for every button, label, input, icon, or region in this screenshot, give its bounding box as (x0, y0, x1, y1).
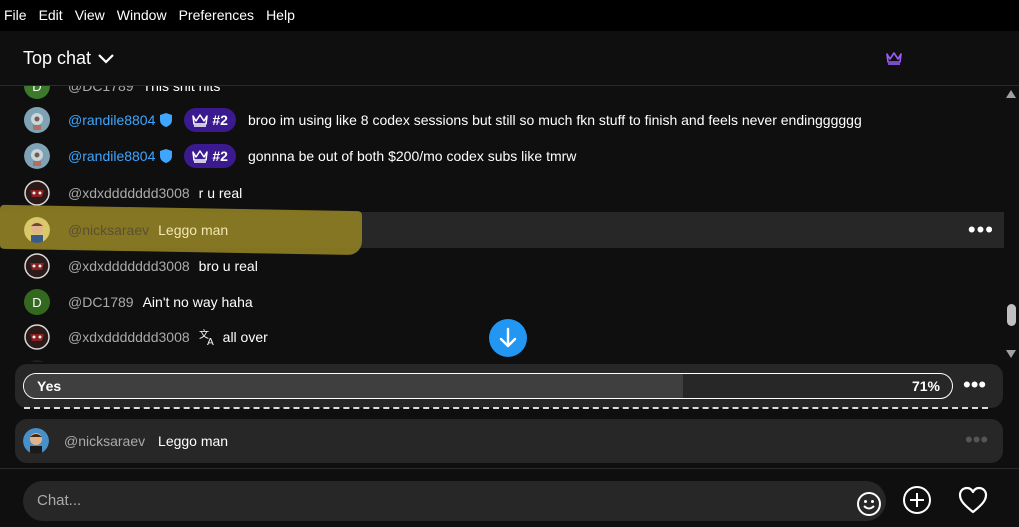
scroll-to-bottom-button[interactable] (489, 319, 527, 357)
chat-message[interactable]: @randile8804 #2 broo im using like 8 cod… (0, 102, 1004, 138)
message-author[interactable]: @DC1789 (68, 294, 134, 310)
heart-icon (958, 486, 988, 514)
message-author[interactable]: @xdxddddddd3008 (68, 329, 190, 345)
menu-help[interactable]: Help (260, 0, 301, 31)
avatar (24, 253, 50, 279)
avatar-initial: D (32, 294, 42, 310)
translate-icon[interactable]: 文A (199, 328, 219, 346)
chat-message[interactable]: D @DC1789 Ain't no way haha (0, 284, 1004, 320)
poll-option-yes[interactable]: Yes 71% (23, 373, 953, 399)
avatar (24, 360, 50, 362)
poll-card: Yes 71% ••• (15, 364, 1003, 408)
scroll-down-arrow[interactable] (1006, 350, 1016, 358)
pinned-text: Leggo man (158, 433, 229, 449)
chat-mode-dropdown[interactable]: Top chat (23, 48, 115, 69)
menu-preferences[interactable]: Preferences (173, 0, 260, 31)
svg-text:A: A (207, 337, 214, 346)
rank-label: #2 (212, 148, 228, 164)
scrollbar[interactable] (1004, 86, 1019, 362)
poll-percent: 71% (911, 378, 940, 394)
message-text: all over (222, 329, 268, 345)
avatar (23, 428, 49, 454)
menu-window[interactable]: Window (111, 0, 173, 31)
chevron-down-icon (98, 53, 114, 64)
avatar (24, 180, 50, 206)
menu-edit[interactable]: Edit (33, 0, 69, 31)
message-text: Ain't no way haha (142, 294, 253, 310)
message-text: bro u real (198, 258, 258, 274)
chat-message[interactable]: @randile8804 #2 gonnna be out of both $2… (0, 138, 1004, 174)
avatar: D (24, 86, 50, 99)
arrow-down-icon (499, 327, 517, 348)
rank-badge: #2 (184, 108, 236, 132)
message-author[interactable]: @DC1789 (68, 86, 134, 94)
emoji-button[interactable] (852, 487, 886, 521)
scroll-up-arrow[interactable] (1006, 90, 1016, 98)
crown-icon (192, 114, 209, 127)
rank-label: #2 (212, 112, 228, 128)
menu-file[interactable]: File (0, 0, 33, 31)
message-author[interactable]: @nicksaraev (68, 222, 149, 238)
chat-mode-label: Top chat (23, 48, 92, 68)
chat-message[interactable]: @nicksaraev Leggo man (0, 212, 1004, 248)
scroll-thumb[interactable] (1007, 304, 1016, 326)
message-text: broo im using like 8 codex sessions but … (247, 112, 862, 128)
message-text: gonnna be out of both $200/mo codex subs… (247, 148, 577, 164)
pinned-more-button[interactable]: ••• (965, 427, 988, 453)
avatar (24, 217, 50, 243)
message-author[interactable]: @xdxddddddd3008 (68, 185, 190, 201)
rank-badge: #2 (184, 144, 236, 168)
chat-input-bar: Chat... (0, 468, 1019, 527)
poll-progress-fill (24, 374, 683, 398)
divider (24, 407, 988, 409)
pinned-author[interactable]: @nicksaraev (64, 433, 145, 449)
crown-icon (192, 150, 209, 163)
message-author[interactable]: @xdxddddddd3008 (68, 258, 190, 274)
crown-icon[interactable] (885, 51, 903, 65)
add-button[interactable] (902, 485, 932, 520)
moderator-shield-icon (160, 149, 173, 163)
plus-circle-icon (903, 486, 931, 514)
moderator-shield-icon (160, 113, 173, 127)
like-button[interactable] (957, 485, 989, 520)
pinned-message[interactable]: @nicksaraev Leggo man ••• (15, 419, 1003, 463)
avatar (24, 107, 50, 133)
avatar: D (24, 289, 50, 315)
avatar (24, 324, 50, 350)
message-text: Leggo man (158, 222, 229, 238)
message-text: r u real (198, 185, 243, 201)
chat-message[interactable]: @xdxddddddd3008 bro u real (0, 248, 1004, 284)
chat-message[interactable]: @xdxddddddd3008 r u real (0, 175, 1004, 211)
menu-view[interactable]: View (69, 0, 111, 31)
message-author[interactable]: @randile8804 (68, 112, 155, 128)
avatar (24, 143, 50, 169)
poll-more-button[interactable]: ••• (963, 372, 986, 398)
chat-input[interactable]: Chat... (23, 481, 886, 521)
smiley-icon (857, 492, 881, 516)
menu-bar: File Edit View Window Preferences Help (0, 0, 1019, 31)
message-author[interactable]: @randile8804 (68, 148, 155, 164)
chat-input-placeholder: Chat... (37, 492, 82, 509)
message-text: This shit hits (142, 86, 221, 94)
chat-header: Top chat (0, 31, 1019, 86)
poll-option-label: Yes (37, 378, 62, 394)
